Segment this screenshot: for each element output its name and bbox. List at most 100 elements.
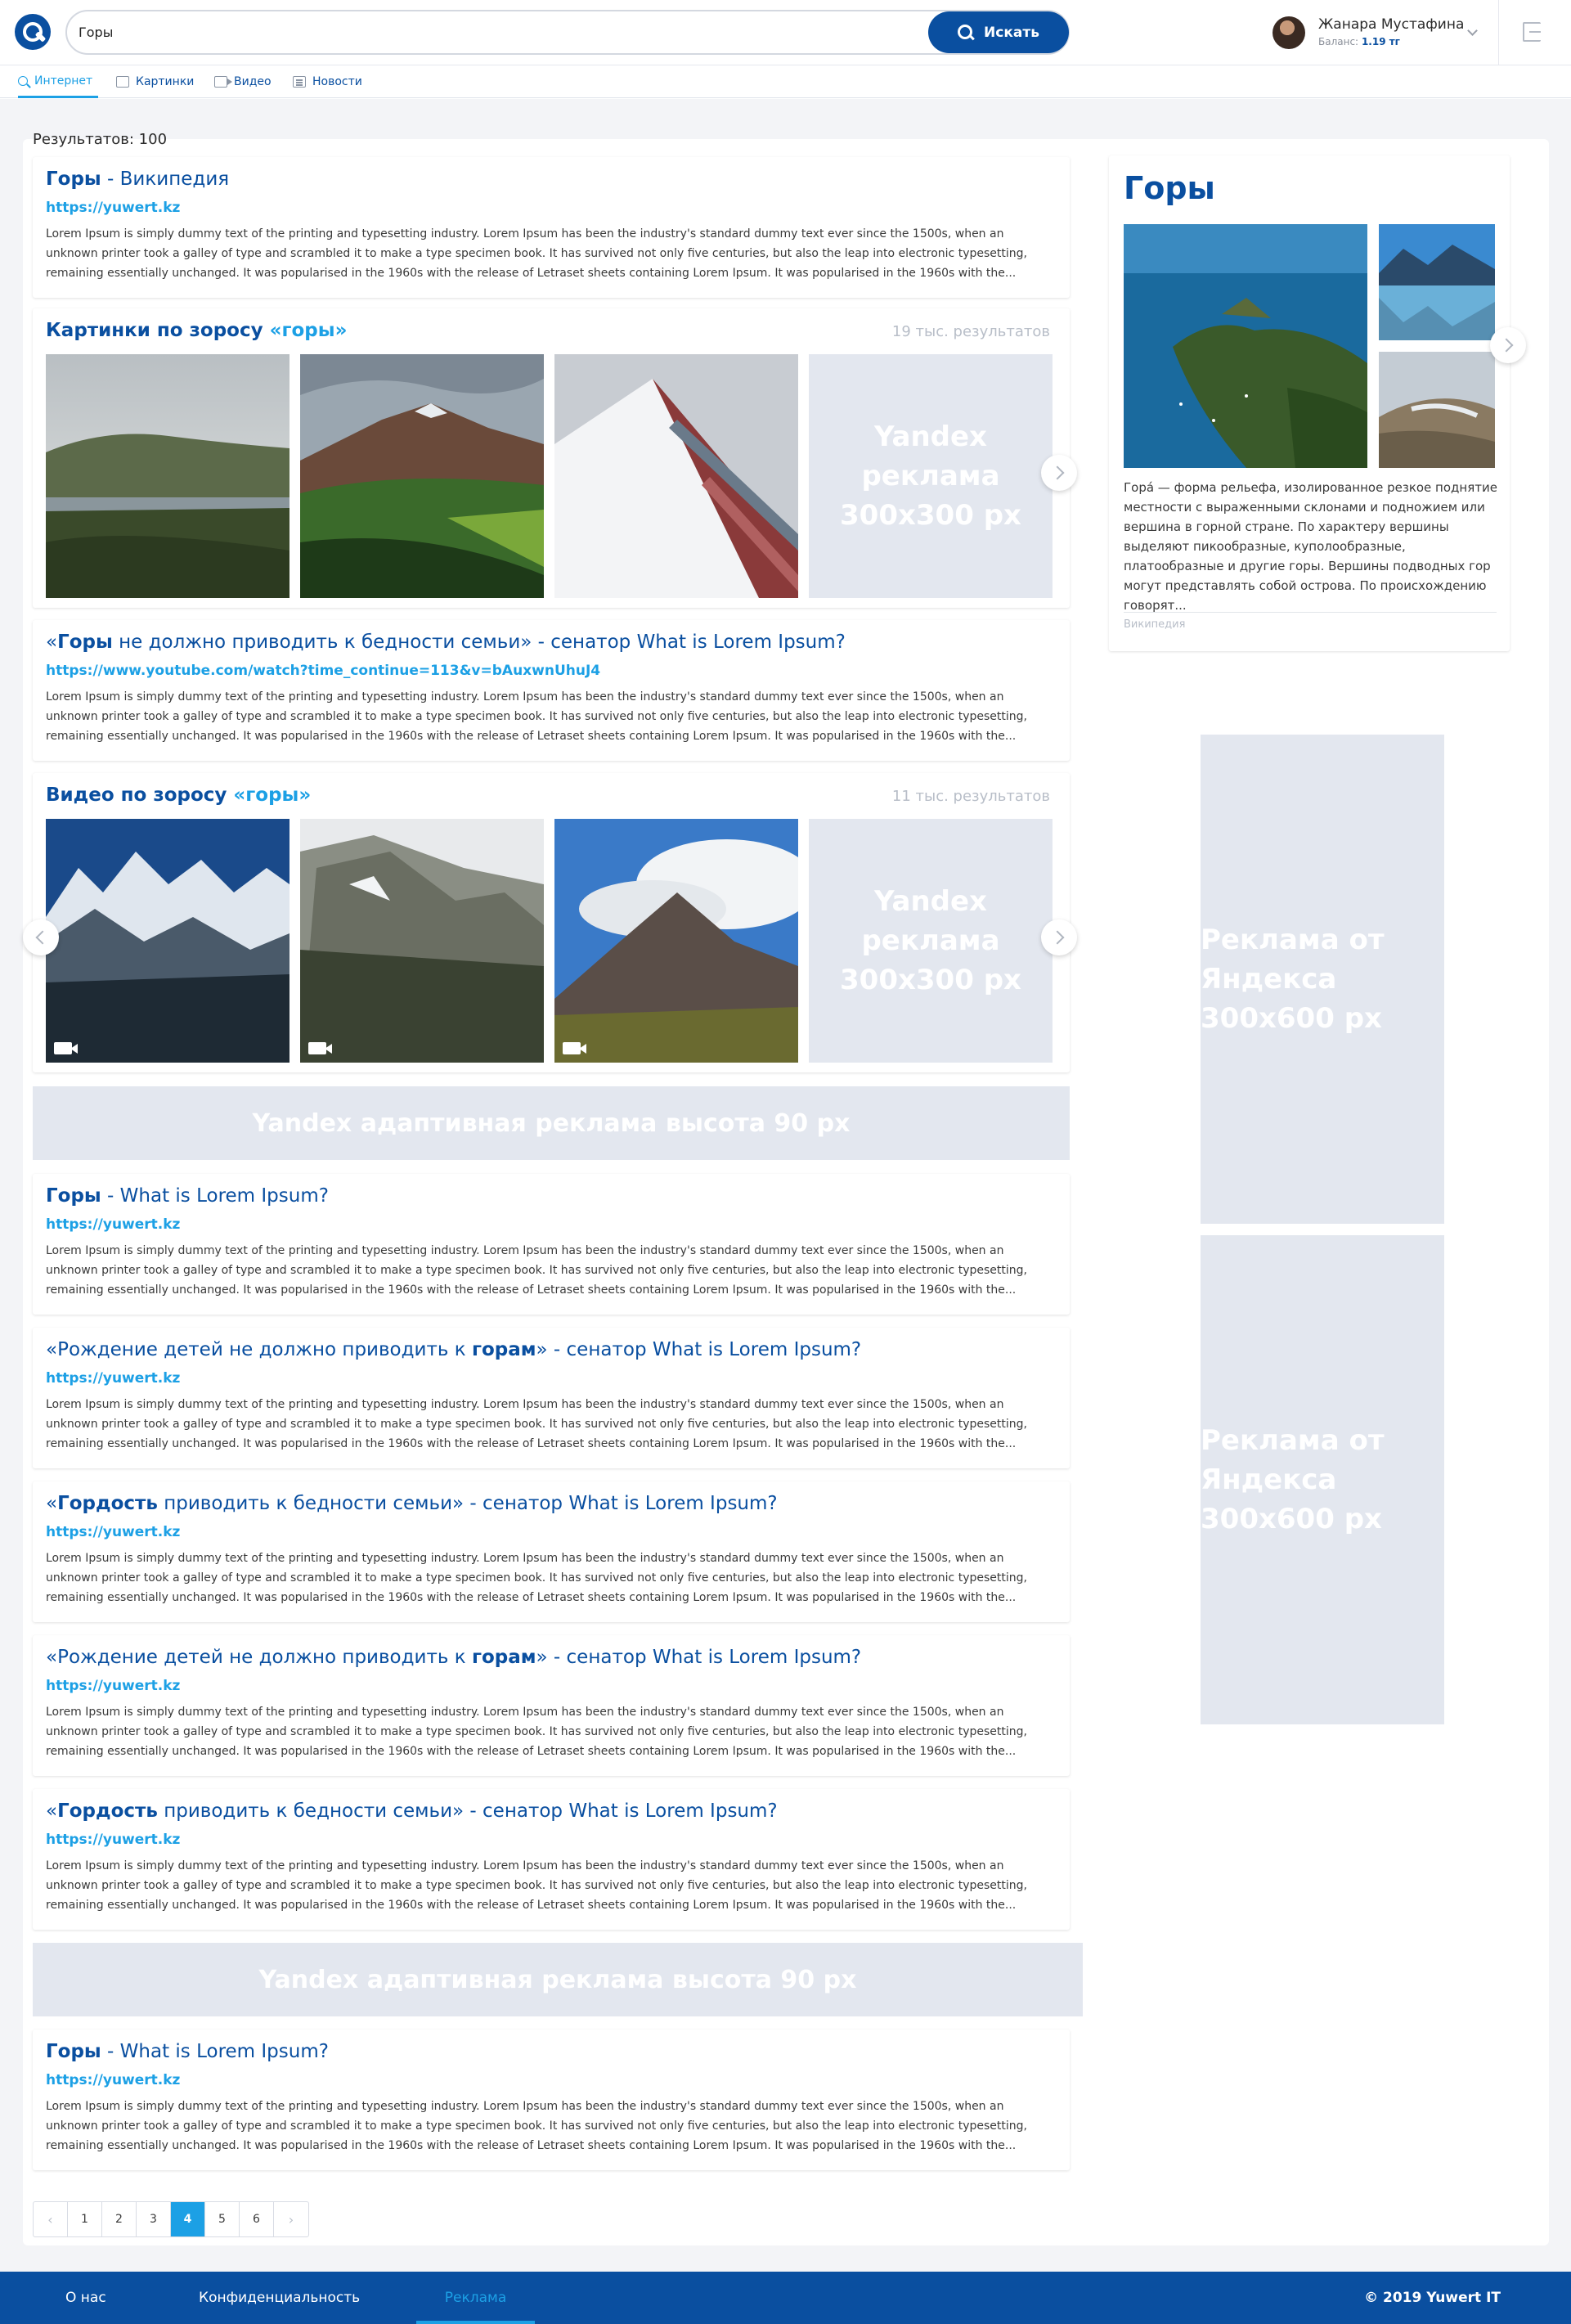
knowledge-thumbnail[interactable] bbox=[1379, 352, 1495, 468]
image-thumbnail[interactable] bbox=[300, 354, 544, 598]
page-button[interactable]: 6 bbox=[240, 2202, 274, 2236]
knowledge-thumbnail[interactable] bbox=[1379, 224, 1495, 340]
result-title[interactable]: Горы - Википедия bbox=[46, 169, 229, 190]
videos-block-title[interactable]: Видео по зоросу «горы» bbox=[46, 784, 311, 806]
footer: О нас Конфиденциальность Реклама © 2019 … bbox=[0, 2272, 1571, 2324]
user-menu[interactable]: Жанара Мустафина Баланс: 1.19 тг bbox=[1273, 16, 1485, 49]
footer-link-privacy[interactable]: Конфиденциальность bbox=[199, 2272, 360, 2324]
result-title[interactable]: «Гордость приводить к бедности семьи» - … bbox=[46, 1493, 778, 1514]
search-icon bbox=[18, 75, 28, 86]
tab-label: Новости bbox=[312, 75, 362, 88]
image-thumbnail[interactable] bbox=[554, 354, 798, 598]
result-url[interactable]: https://yuwert.kz bbox=[46, 1832, 180, 1848]
result-url[interactable]: https://yuwert.kz bbox=[46, 1216, 180, 1233]
search-result: Горы - Википедия https://yuwert.kz Lorem… bbox=[33, 157, 1070, 298]
video-thumbnail[interactable] bbox=[554, 819, 798, 1063]
footer-link-about[interactable]: О нас bbox=[65, 2272, 106, 2324]
tab-news[interactable]: Новости bbox=[293, 65, 362, 98]
videos-next-button[interactable] bbox=[1041, 919, 1077, 955]
result-snippet: Lorem Ipsum is simply dummy text of the … bbox=[46, 1244, 1027, 1297]
page-button[interactable]: 3 bbox=[137, 2202, 171, 2236]
result-snippet: Lorem Ipsum is simply dummy text of the … bbox=[46, 227, 1027, 280]
avatar bbox=[1273, 16, 1305, 49]
images-block: Картинки по зоросу «горы» 19 тыс. резуль… bbox=[33, 308, 1070, 608]
page-button[interactable]: 2 bbox=[102, 2202, 137, 2236]
footer-link-advertising[interactable]: Реклама bbox=[416, 2272, 535, 2324]
images-count: 19 тыс. результатов bbox=[891, 323, 1050, 340]
tab-internet[interactable]: Интернет bbox=[18, 65, 98, 98]
result-snippet: Lorem Ipsum is simply dummy text of the … bbox=[46, 1398, 1027, 1450]
video-camera-icon bbox=[308, 1042, 332, 1054]
video-thumbnail[interactable] bbox=[46, 819, 290, 1063]
knowledge-source[interactable]: Википедия bbox=[1124, 618, 1185, 631]
logo-icon[interactable] bbox=[15, 14, 51, 50]
result-url[interactable]: https://yuwert.kz bbox=[46, 1370, 180, 1387]
knowledge-title: Горы bbox=[1124, 170, 1215, 206]
videos-block: Видео по зоросу «горы» 11 тыс. результат… bbox=[33, 773, 1070, 1072]
yandex-ad-placeholder[interactable]: Yandex реклама 300x300 px bbox=[809, 819, 1053, 1063]
page-button[interactable]: 5 bbox=[205, 2202, 240, 2236]
result-url[interactable]: https://yuwert.kz bbox=[46, 1678, 180, 1694]
result-url[interactable]: https://yuwert.kz bbox=[46, 1524, 180, 1540]
search-result: Горы - What is Lorem Ipsum? https://yuwe… bbox=[33, 2030, 1070, 2170]
tab-video[interactable]: Видео bbox=[214, 65, 272, 98]
news-icon bbox=[293, 76, 306, 88]
result-snippet: Lorem Ipsum is simply dummy text of the … bbox=[46, 1706, 1027, 1758]
result-title[interactable]: «Гордость приводить к бедности семьи» - … bbox=[46, 1800, 778, 1822]
tab-images[interactable]: Картинки bbox=[116, 65, 194, 98]
search-result: Горы - What is Lorem Ipsum? https://yuwe… bbox=[33, 1174, 1070, 1315]
result-title[interactable]: Горы - What is Lorem Ipsum? bbox=[46, 2041, 329, 2062]
image-thumbnail[interactable] bbox=[46, 354, 290, 598]
images-block-title[interactable]: Картинки по зоросу «горы» bbox=[46, 320, 347, 341]
page-button-current[interactable]: 4 bbox=[171, 2202, 205, 2236]
video-icon bbox=[214, 76, 232, 88]
pagination: ‹ 1 2 3 4 5 6 › bbox=[33, 2201, 309, 2237]
video-camera-icon bbox=[563, 1042, 586, 1054]
knowledge-main-image[interactable] bbox=[1124, 224, 1367, 468]
result-title[interactable]: «Рождение детей не должно приводить к го… bbox=[46, 1339, 861, 1360]
pagination-prev-button[interactable]: ‹ bbox=[34, 2202, 68, 2236]
result-snippet: Lorem Ipsum is simply dummy text of the … bbox=[46, 690, 1027, 743]
knowledge-text: Гора́ — форма рельефа, изолированное рез… bbox=[1124, 480, 1497, 613]
yandex-side-ad[interactable]: Реклама от Яндекса 300x600 px bbox=[1201, 735, 1444, 1224]
search-result: «Рождение детей не должно приводить к го… bbox=[33, 1328, 1070, 1468]
images-next-button[interactable] bbox=[1041, 455, 1077, 491]
result-url[interactable]: https://yuwert.kz bbox=[46, 200, 180, 216]
search-button[interactable]: Искать bbox=[928, 11, 1069, 53]
logout-icon[interactable] bbox=[1523, 22, 1541, 42]
image-icon bbox=[116, 76, 129, 88]
copyright: © 2019 Yuwert IT bbox=[1364, 2290, 1501, 2306]
tab-label: Видео bbox=[234, 75, 272, 88]
yandex-adaptive-ad[interactable]: Yandex адаптивная реклама высота 90 px bbox=[33, 1943, 1083, 2016]
video-thumbnail[interactable] bbox=[300, 819, 544, 1063]
result-snippet: Lorem Ipsum is simply dummy text of the … bbox=[46, 2100, 1027, 2152]
tab-label: Интернет bbox=[34, 74, 93, 88]
yandex-side-ad[interactable]: Реклама от Яндекса 300x600 px bbox=[1201, 1235, 1444, 1724]
result-snippet: Lorem Ipsum is simply dummy text of the … bbox=[46, 1859, 1027, 1912]
search-result: «Гордость приводить к бедности семьи» - … bbox=[33, 1481, 1070, 1622]
knowledge-next-button[interactable] bbox=[1490, 327, 1526, 363]
knowledge-panel: Горы Гора́ — форма рельефа, изолированно… bbox=[1109, 155, 1510, 651]
user-balance: Баланс: 1.19 тг bbox=[1318, 36, 1400, 47]
search-button-label: Искать bbox=[984, 24, 1039, 41]
search-input[interactable] bbox=[79, 19, 896, 46]
results-count: Результатов: 100 bbox=[33, 131, 168, 148]
yandex-ad-placeholder[interactable]: Yandex реклама 300x300 px bbox=[809, 354, 1053, 598]
result-snippet: Lorem Ipsum is simply dummy text of the … bbox=[46, 1552, 1027, 1604]
result-title[interactable]: «Горы не должно приводить к бедности сем… bbox=[46, 632, 846, 653]
videos-prev-button[interactable] bbox=[23, 919, 59, 955]
video-camera-icon bbox=[54, 1042, 78, 1054]
result-url[interactable]: https://yuwert.kz bbox=[46, 2072, 180, 2088]
result-url[interactable]: https://www.youtube.com/watch?time_conti… bbox=[46, 663, 600, 679]
search-result: «Горы не должно приводить к бедности сем… bbox=[33, 620, 1070, 761]
yandex-adaptive-ad[interactable]: Yandex адаптивная реклама высота 90 px bbox=[33, 1086, 1070, 1160]
user-name: Жанара Мустафина bbox=[1318, 16, 1465, 33]
result-title[interactable]: «Рождение детей не должно приводить к го… bbox=[46, 1647, 861, 1668]
balance-value: 1.19 тг bbox=[1361, 36, 1400, 47]
tab-label: Картинки bbox=[136, 75, 195, 88]
page-button[interactable]: 1 bbox=[68, 2202, 102, 2236]
balance-label: Баланс: bbox=[1318, 36, 1359, 47]
pagination-next-button[interactable]: › bbox=[274, 2202, 308, 2236]
result-title[interactable]: Горы - What is Lorem Ipsum? bbox=[46, 1185, 329, 1207]
search-box bbox=[65, 10, 1070, 55]
